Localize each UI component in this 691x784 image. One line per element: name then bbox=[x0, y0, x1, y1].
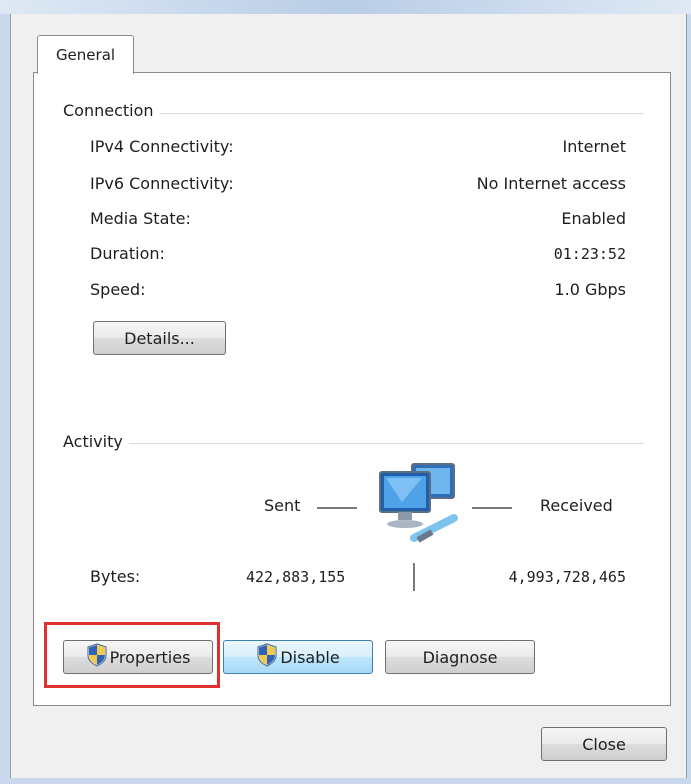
speed-value: 1.0 Gbps bbox=[554, 280, 626, 299]
network-computers-icon bbox=[374, 458, 474, 548]
sent-label: Sent bbox=[264, 496, 301, 515]
speed-label: Speed: bbox=[90, 280, 146, 299]
diagnose-button[interactable]: Diagnose bbox=[385, 640, 535, 674]
duration-value: 01:23:52 bbox=[553, 245, 626, 263]
received-connector-line bbox=[472, 507, 512, 509]
bytes-divider bbox=[413, 563, 415, 591]
ipv4-connectivity-value: Internet bbox=[562, 137, 626, 156]
ipv6-connectivity-value: No Internet access bbox=[476, 174, 626, 193]
general-tab-panel: Connection IPv4 Connectivity: Internet I… bbox=[33, 72, 671, 706]
close-button[interactable]: Close bbox=[541, 727, 667, 761]
received-label: Received bbox=[540, 496, 613, 515]
duration-label: Duration: bbox=[90, 244, 165, 263]
disable-button[interactable]: Disable bbox=[223, 640, 373, 674]
shield-icon bbox=[256, 643, 278, 671]
ipv4-connectivity-label: IPv4 Connectivity: bbox=[90, 137, 234, 156]
activity-section-label: Activity bbox=[63, 432, 129, 451]
details-button[interactable]: Details... bbox=[93, 321, 226, 355]
media-state-value: Enabled bbox=[561, 209, 626, 228]
properties-highlight bbox=[44, 622, 220, 688]
bytes-label: Bytes: bbox=[90, 567, 141, 586]
bytes-sent-value: 422,883,155 bbox=[246, 568, 346, 586]
ipv6-connectivity-label: IPv6 Connectivity: bbox=[90, 174, 234, 193]
activity-group-line bbox=[64, 443, 644, 444]
connection-section-label: Connection bbox=[63, 101, 160, 120]
disable-button-label: Disable bbox=[280, 647, 340, 667]
sent-connector-line bbox=[317, 507, 357, 509]
media-state-label: Media State: bbox=[90, 209, 191, 228]
bytes-received-value: 4,993,728,465 bbox=[508, 568, 626, 586]
tab-general[interactable]: General bbox=[37, 35, 134, 74]
title-bar-strip bbox=[0, 0, 691, 14]
